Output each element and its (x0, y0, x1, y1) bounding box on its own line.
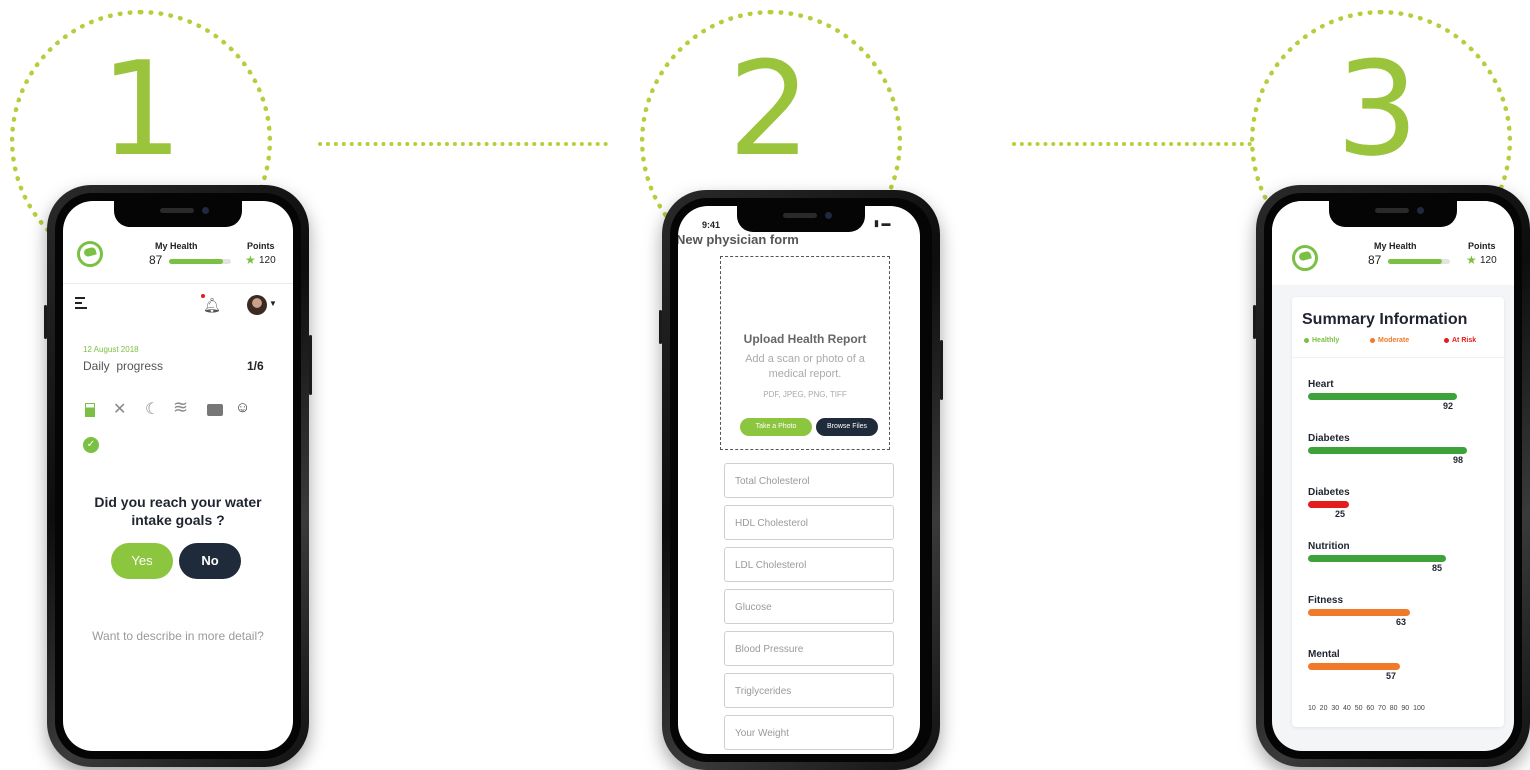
metric-bar (1308, 501, 1349, 508)
describe-detail-link[interactable]: Want to describe in more detail? (73, 629, 283, 643)
triglycerides-field[interactable]: Triglycerides (724, 673, 894, 708)
menu-icon[interactable] (75, 297, 87, 309)
check-icon: ✓ (83, 437, 99, 453)
step-3-number: 3 (1336, 33, 1419, 185)
my-health-label: My Health (155, 241, 198, 251)
status-icons: ▮ ▬ (874, 218, 891, 228)
water-icon[interactable] (85, 403, 95, 417)
my-health-label: My Health (1374, 241, 1417, 251)
metric-label: Fitness (1308, 595, 1344, 606)
metric-label: Nutrition (1308, 541, 1350, 552)
metric-value: 25 (1335, 509, 1346, 519)
your-weight-field[interactable]: Your Weight (724, 715, 894, 750)
sleep-icon[interactable]: ☾ (145, 399, 159, 419)
ldl-cholesterol-field[interactable]: LDL Cholesterol (724, 547, 894, 582)
points-label: Points (247, 241, 275, 251)
mood-icon[interactable]: ☺ (235, 399, 250, 416)
phone-1: My Health 87 Points ★ 120 🔔︎ ▼ 12 August… (44, 185, 312, 767)
take-photo-button[interactable]: Take a Photo (740, 418, 812, 436)
status-time: 9:41 (702, 220, 721, 230)
phone-3: My Health 87 Points ★ 120 Summary Inform… (1253, 185, 1530, 767)
step-1-number: 1 (100, 33, 183, 185)
metric-bar (1308, 393, 1457, 400)
legend-moderate: Moderate (1370, 337, 1409, 344)
phone-2: 9:41 ▮ ▬ New physician form Upload Healt… (659, 190, 943, 770)
health-progress-bar (1388, 259, 1450, 264)
metric-label: Diabetes (1308, 433, 1350, 444)
health-progress-fill (169, 259, 223, 264)
metric-value: 57 (1386, 671, 1397, 681)
summary-card: Summary Information Healthly Moderate At… (1292, 297, 1504, 727)
axis-ticks: 10 20 30 40 50 60 70 80 90 100 (1308, 705, 1425, 712)
health-progress-bar (169, 259, 231, 264)
star-icon: ★ (245, 253, 256, 267)
screen-3: My Health 87 Points ★ 120 Summary Inform… (1272, 201, 1514, 751)
browse-files-button[interactable]: Browse Files (816, 418, 878, 436)
no-button[interactable]: No (179, 543, 241, 579)
progress-count: 1/6 (247, 359, 264, 373)
app-logo-icon[interactable] (1292, 245, 1318, 271)
form-title: New physician form (678, 232, 799, 247)
app-logo-icon[interactable] (77, 241, 103, 267)
file-formats: PDF, JPEG, PNG, TIFF (763, 390, 847, 399)
health-progress-fill (1388, 259, 1442, 264)
connector-1-2 (318, 142, 608, 146)
summary-title: Summary Information (1302, 311, 1468, 328)
chevron-down-icon[interactable]: ▼ (269, 299, 277, 308)
daily-progress-label: Daily progress (83, 359, 164, 373)
health-score: 87 (149, 253, 163, 267)
metric-value: 63 (1396, 617, 1407, 627)
food-icon[interactable]: ✕ (113, 399, 126, 419)
metric-value: 92 (1443, 401, 1454, 411)
metric-bar (1308, 609, 1410, 616)
hdl-cholesterol-field[interactable]: HDL Cholesterol (724, 505, 894, 540)
star-icon: ★ (1466, 253, 1477, 267)
points-label: Points (1468, 241, 1496, 251)
water-question: Did you reach your water intake goals ? (94, 494, 262, 528)
health-score: 87 (1368, 253, 1382, 267)
legend-healthy: Healthly (1304, 337, 1339, 344)
points-value: 120 (259, 255, 276, 266)
metric-bar (1308, 663, 1400, 670)
notification-dot (201, 294, 205, 298)
metric-label: Heart (1308, 379, 1334, 390)
step-2-number: 2 (728, 33, 811, 185)
upload-hint: Add a scan or photo of a medical report. (745, 353, 865, 380)
metric-label: Mental (1308, 649, 1340, 660)
screen-2: 9:41 ▮ ▬ New physician form Upload Healt… (678, 206, 920, 754)
yes-button[interactable]: Yes (111, 543, 173, 579)
metric-value: 85 (1432, 563, 1443, 573)
upload-title: Upload Health Report (743, 332, 867, 346)
total-cholesterol-field[interactable]: Total Cholesterol (724, 463, 894, 498)
screen-1: My Health 87 Points ★ 120 🔔︎ ▼ 12 August… (63, 201, 293, 751)
notification-bell-icon[interactable]: 🔔︎ (203, 297, 221, 314)
metric-value: 98 (1453, 455, 1464, 465)
metric-bar (1308, 555, 1446, 562)
metric-bar (1308, 447, 1467, 454)
work-icon[interactable] (207, 404, 223, 416)
connector-2-3 (1012, 142, 1252, 146)
blood-pressure-field[interactable]: Blood Pressure (724, 631, 894, 666)
avatar[interactable] (247, 295, 267, 315)
progress-date: 12 August 2018 (83, 345, 139, 354)
metric-label: Diabetes (1308, 487, 1350, 498)
legend-at-risk: At Risk (1444, 337, 1476, 344)
glucose-field[interactable]: Glucose (724, 589, 894, 624)
points-value: 120 (1480, 255, 1497, 266)
exercise-icon[interactable]: ≋ (173, 397, 188, 418)
